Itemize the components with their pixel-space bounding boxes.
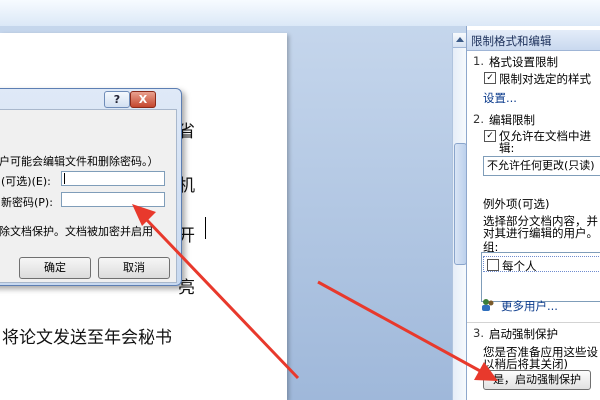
more-users-link[interactable]: 更多用户...: [501, 298, 558, 314]
input-caret: [64, 173, 65, 184]
section-number: 1.: [473, 54, 484, 68]
format-restrict-checkbox[interactable]: ✓: [484, 72, 496, 84]
confirm-password-label: 新密码(P):: [1, 196, 53, 209]
editing-restrict-checkbox[interactable]: ✓: [484, 130, 496, 142]
vertical-scrollbar[interactable]: [452, 33, 467, 400]
protection-dialog: ? X 户可能会编辑文件和删除密码。） (可选)(E): 新密码(P): 除文档…: [0, 88, 182, 286]
password-input[interactable]: [61, 171, 165, 186]
scroll-up-icon[interactable]: [453, 33, 467, 48]
section-title-editing: 编辑限制: [489, 113, 535, 127]
users-icon: [482, 299, 494, 311]
format-restrict-label: 限制对选定的样式: [499, 72, 591, 86]
help-button[interactable]: ?: [104, 91, 130, 108]
text-caret: [205, 217, 206, 239]
confirm-password-input[interactable]: [61, 192, 165, 207]
ribbon-strip: [0, 0, 600, 27]
editing-type-select[interactable]: 不允许任何更改(只读): [483, 156, 600, 176]
cancel-button[interactable]: 取消: [98, 257, 170, 279]
password-label: (可选)(E):: [1, 175, 51, 188]
start-enforcing-button[interactable]: 是，启动强制保护: [483, 370, 591, 390]
dialog-warning-text: 户可能会编辑文件和删除密码。）: [0, 155, 159, 168]
pane-divider: [467, 322, 600, 323]
section-title-enforce: 启动强制保护: [489, 327, 558, 341]
groups-list: 每个人: [481, 252, 600, 302]
editing-restrict-label-cont: 辑:: [499, 141, 515, 155]
exceptions-title: 例外项(可选): [483, 197, 550, 211]
ok-button[interactable]: 确定: [19, 257, 91, 279]
group-everyone-label: 每个人: [502, 259, 537, 273]
pane-title: 限制格式和编辑: [471, 34, 552, 48]
restrict-editing-pane: 限制格式和编辑 1. 格式设置限制 ✓ 限制对选定的样式 设置... 2. 编辑…: [466, 26, 600, 400]
section-number: 2.: [473, 112, 484, 126]
section-number: 3.: [473, 326, 484, 340]
everyone-checkbox[interactable]: [487, 259, 499, 271]
settings-link[interactable]: 设置...: [483, 90, 517, 106]
section-title-formatting: 格式设置限制: [489, 55, 558, 69]
close-button[interactable]: X: [130, 91, 156, 108]
exceptions-desc-cont: 对其进行编辑的用户。: [483, 226, 598, 240]
dialog-info-text: 除文档保护。文档被加密并启用: [0, 225, 153, 238]
doc-text-line: 将论文发送至年会秘书: [2, 328, 172, 348]
list-item[interactable]: 每个人: [483, 256, 600, 273]
